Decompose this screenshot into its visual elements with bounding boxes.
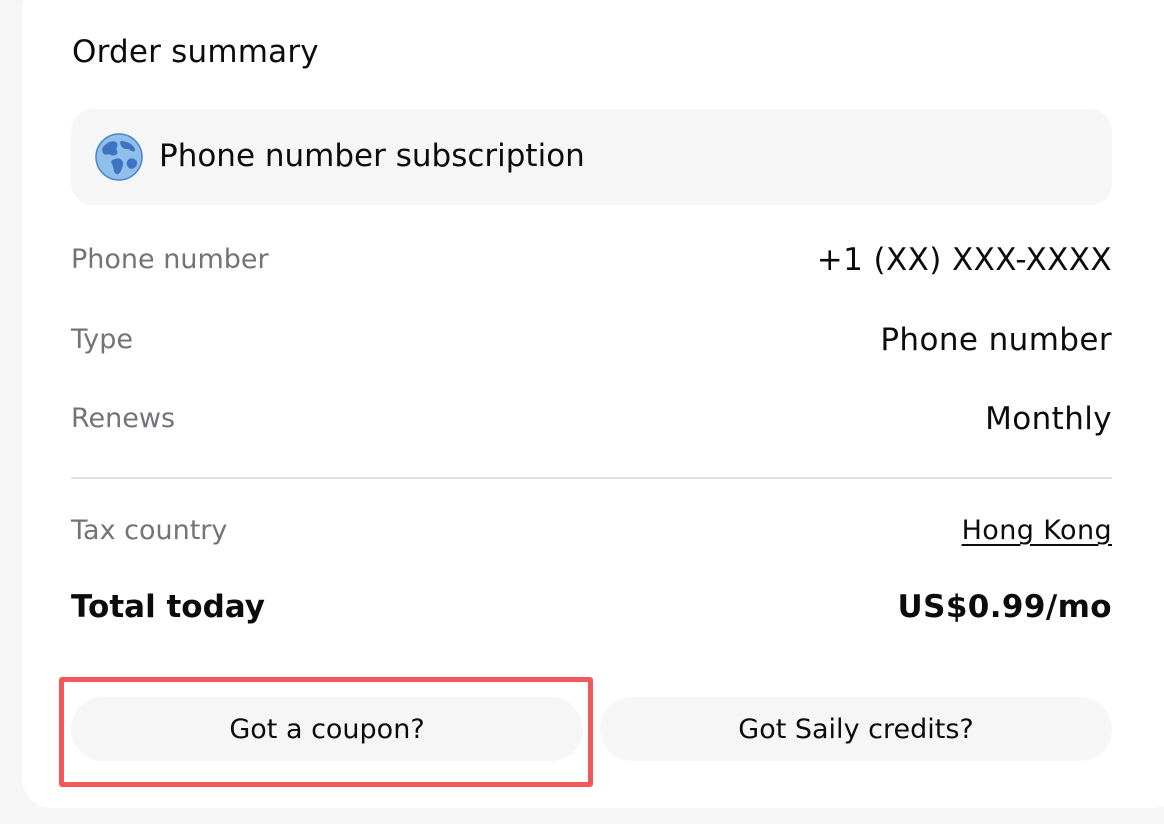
total-label: Total today: [71, 589, 265, 625]
detail-value: Monthly: [985, 401, 1112, 437]
detail-value: +1 (XX) XXX-XXXX: [816, 242, 1112, 278]
total-row: Total today US$0.99/mo: [71, 583, 1112, 633]
product-row: Phone number subscription: [71, 109, 1112, 205]
total-value: US$0.99/mo: [897, 589, 1112, 625]
saily-credits-button[interactable]: Got Saily credits?: [600, 697, 1112, 761]
detail-label: Type: [71, 324, 134, 355]
detail-row-phone-number: Phone number +1 (XX) XXX-XXXX: [71, 236, 1112, 286]
detail-label: Phone number: [71, 244, 269, 275]
coupon-button[interactable]: Got a coupon?: [71, 697, 583, 761]
product-label: Phone number subscription: [159, 138, 585, 174]
detail-row-type: Type Phone number: [71, 316, 1112, 366]
detail-row-renews: Renews Monthly: [71, 395, 1112, 445]
order-summary-title: Order summary: [72, 34, 319, 70]
detail-label: Renews: [71, 403, 176, 434]
tax-country-label: Tax country: [71, 515, 228, 546]
globe-icon: [95, 133, 143, 181]
tax-country-link[interactable]: Hong Kong: [962, 515, 1112, 546]
tax-country-row: Tax country Hong Kong: [71, 507, 1112, 557]
detail-value: Phone number: [880, 322, 1112, 358]
divider: [71, 477, 1112, 479]
